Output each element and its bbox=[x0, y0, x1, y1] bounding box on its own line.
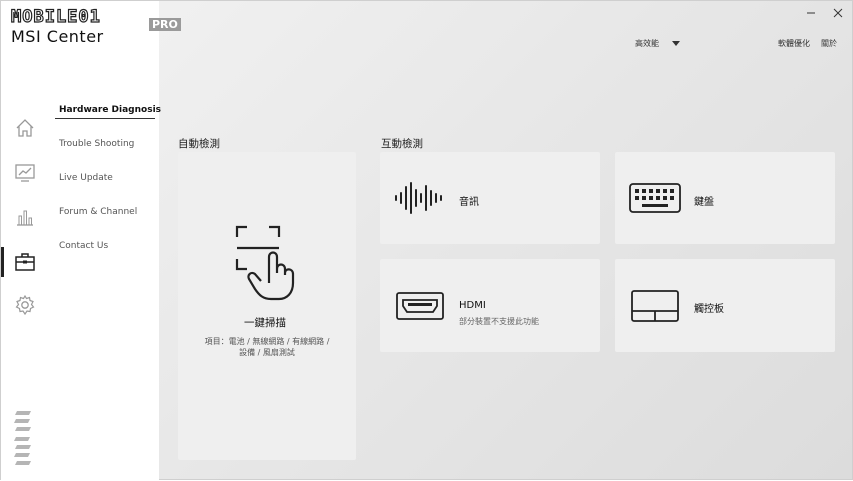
performance-icon[interactable] bbox=[14, 162, 36, 184]
hdmi-port-icon bbox=[396, 292, 444, 320]
toolbox-icon[interactable] bbox=[14, 251, 36, 273]
scan-touch-icon bbox=[233, 223, 303, 303]
scan-desc-line2: 設備 / 風扇測試 bbox=[239, 348, 295, 357]
nav-active-underline bbox=[55, 118, 155, 119]
touchpad-icon bbox=[631, 290, 679, 322]
scan-card-title: 一鍵掃描 bbox=[244, 317, 286, 329]
stats-icon[interactable] bbox=[14, 206, 36, 228]
keyboard-icon bbox=[629, 183, 681, 213]
nav-item-trouble-shooting[interactable]: Trouble Shooting bbox=[59, 139, 134, 149]
chevron-down-icon bbox=[671, 40, 680, 46]
about-link[interactable]: 關於 bbox=[821, 38, 837, 49]
msi-logo bbox=[13, 409, 35, 467]
nav-item-hardware-diagnosis[interactable]: Hardware Diagnosis bbox=[59, 105, 161, 115]
minimize-icon[interactable] bbox=[804, 5, 818, 19]
keyboard-card-title: 鍵盤 bbox=[694, 197, 714, 208]
hdmi-card-subtitle: 部分裝置不支援此功能 bbox=[459, 317, 539, 326]
logo-mobile01-text: MOBILE01 bbox=[10, 6, 101, 27]
settings-icon[interactable] bbox=[14, 294, 36, 316]
app-title: MSI Center bbox=[11, 27, 104, 46]
touchpad-card-title: 觸控板 bbox=[694, 304, 724, 315]
app-logo: MOBILE01 PRO MSI Center bbox=[9, 6, 181, 46]
one-click-scan-card[interactable] bbox=[178, 152, 356, 460]
sidebar-active-indicator bbox=[1, 247, 4, 277]
auto-detect-heading: 自動檢測 bbox=[178, 138, 220, 150]
scan-card-description: 項目：電池 / 無線網路 / 有線網路 / 設備 / 風扇測試 bbox=[178, 336, 356, 358]
mode-dropdown[interactable]: 高效能 bbox=[635, 38, 680, 49]
home-icon[interactable] bbox=[14, 117, 36, 139]
scan-desc-line1: 項目：電池 / 無線網路 / 有線網路 / bbox=[204, 337, 330, 346]
software-optimize-link[interactable]: 軟體優化 bbox=[778, 38, 810, 49]
mode-dropdown-label: 高效能 bbox=[635, 39, 659, 48]
nav-item-live-update[interactable]: Live Update bbox=[59, 173, 113, 183]
audio-wave-icon bbox=[394, 181, 446, 215]
app-window: MOBILE01 PRO MSI Center 高效能 軟體優化 關於 Hard… bbox=[0, 0, 853, 481]
nav-item-forum-channel[interactable]: Forum & Channel bbox=[59, 207, 137, 217]
nav-item-contact-us[interactable]: Contact Us bbox=[59, 241, 108, 251]
close-icon[interactable] bbox=[831, 5, 845, 19]
interactive-detect-heading: 互動檢測 bbox=[381, 138, 423, 150]
logo-pro-badge: PRO bbox=[149, 18, 181, 31]
hdmi-card-title: HDMI bbox=[459, 300, 486, 311]
audio-card-title: 音訊 bbox=[459, 197, 479, 208]
